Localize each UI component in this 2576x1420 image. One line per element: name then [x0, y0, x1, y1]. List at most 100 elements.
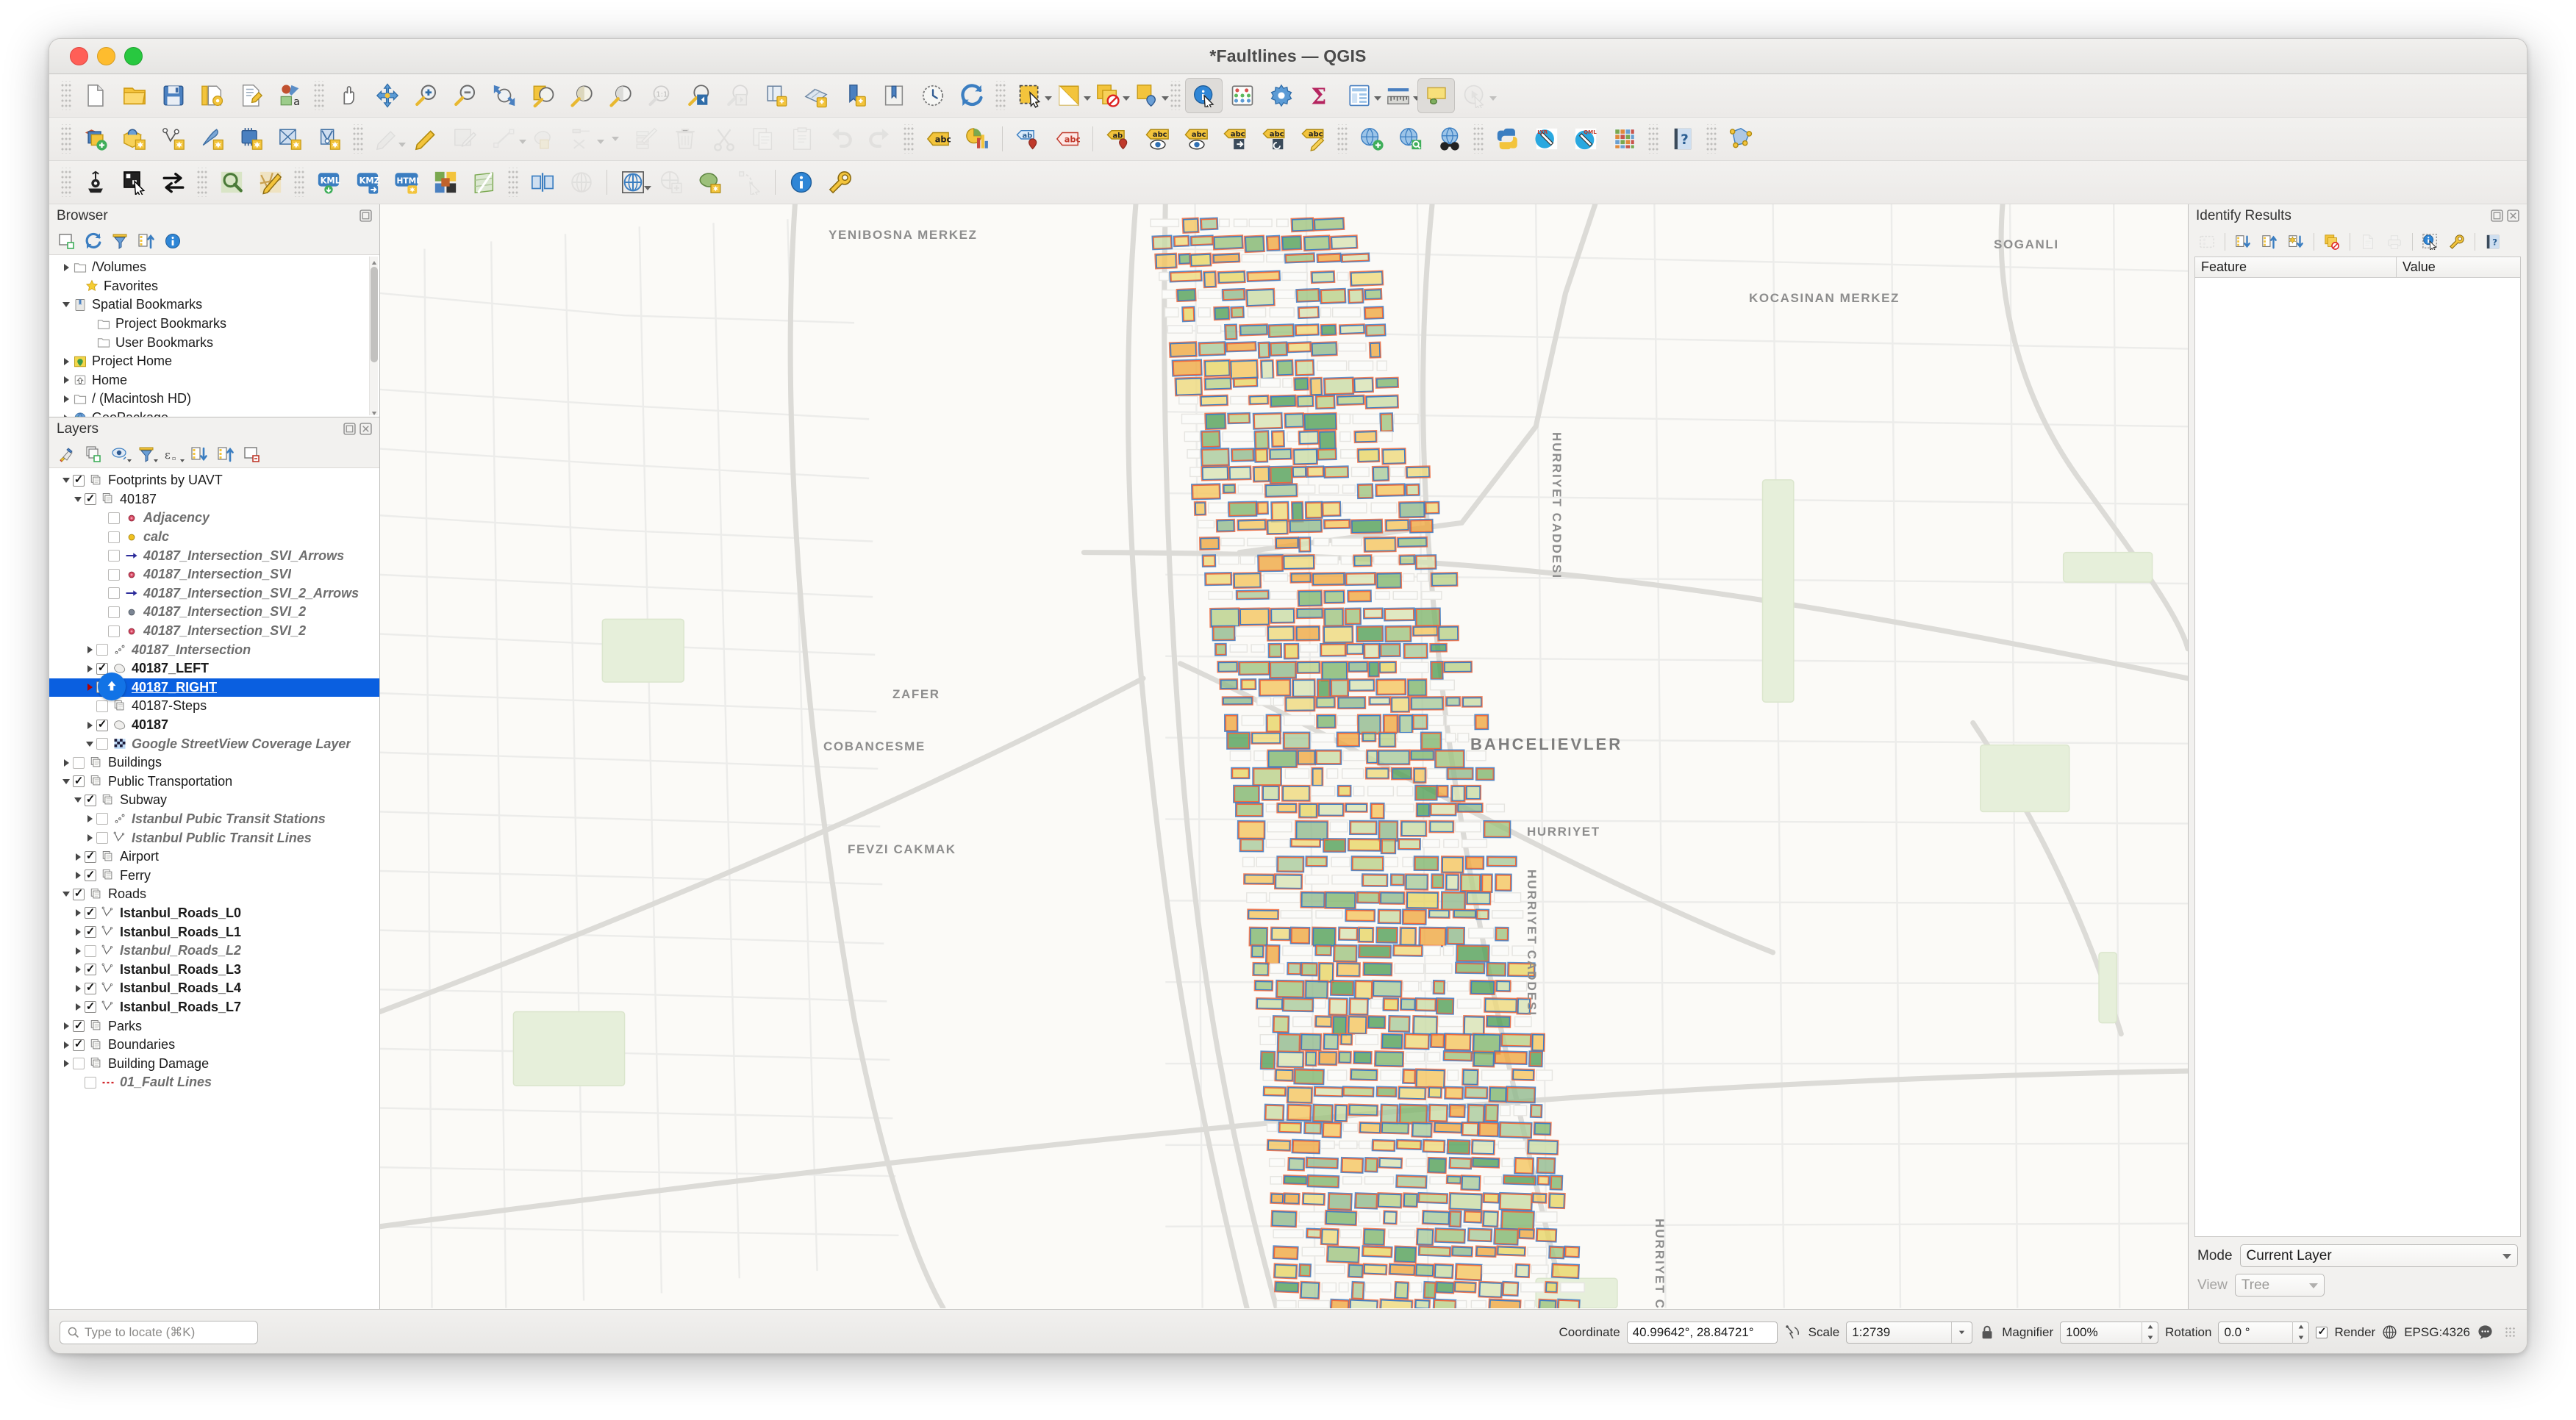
close-button[interactable] — [70, 47, 88, 65]
zoom-to-selection-tool[interactable] — [523, 76, 562, 115]
layer-item[interactable]: 40187 — [49, 490, 379, 509]
search-map-button[interactable] — [212, 163, 251, 202]
undock-icon[interactable] — [359, 209, 372, 222]
open-data-source-manager-button[interactable] — [76, 120, 115, 159]
load-qml-style-button[interactable]: QML — [1566, 120, 1605, 159]
multi-edit-button[interactable] — [626, 120, 665, 159]
layer-item[interactable]: Boundaries — [49, 1036, 379, 1055]
current-edits-button[interactable] — [368, 120, 407, 159]
select-by-location-button[interactable] — [1127, 76, 1169, 115]
pan-to-selection-tool[interactable] — [368, 76, 407, 115]
pin-labels-tool[interactable]: ab — [1009, 120, 1048, 159]
zoom-full-tool[interactable] — [484, 76, 523, 115]
show-hide-labels-tool-2[interactable]: abc — [1177, 120, 1216, 159]
new-project-button[interactable] — [76, 76, 115, 115]
browser-item[interactable]: Home — [49, 371, 379, 390]
add-postgis-layer-button[interactable] — [232, 120, 271, 159]
browser-tree[interactable]: /Volumes Favorites Spatial Bookmarks Projec… — [49, 255, 379, 417]
tree-expander[interactable] — [83, 664, 96, 673]
layer-labeling-options-button[interactable]: abc — [918, 120, 957, 159]
browser-item[interactable]: Favorites — [49, 277, 379, 296]
chevron-down-icon[interactable] — [644, 185, 651, 190]
toolbar-grip-10[interactable] — [1648, 124, 1659, 154]
remove-layer-icon[interactable] — [240, 443, 264, 465]
layer-visibility-checkbox[interactable] — [85, 907, 96, 919]
tree-expander[interactable] — [60, 1022, 73, 1030]
browser-item[interactable]: User Bookmarks — [49, 333, 379, 352]
tree-expander[interactable] — [71, 909, 85, 917]
add-delimited-text-layer-button[interactable] — [193, 120, 232, 159]
layer-visibility-checkbox[interactable] — [85, 982, 96, 994]
layer-item[interactable]: 40187-Steps — [49, 697, 379, 716]
tree-expander[interactable] — [83, 834, 96, 842]
toolbar-grip-7[interactable] — [904, 124, 914, 154]
python-console-button[interactable] — [1488, 120, 1527, 159]
show-hide-labels-tool[interactable]: abc — [1138, 120, 1177, 159]
chevron-down-icon[interactable] — [612, 136, 619, 141]
toggle-editing-button[interactable] — [407, 120, 446, 159]
layers-tree[interactable]: Footprints by UAVT 40187 Adjacency calc 4018… — [49, 468, 379, 1309]
swap-layers-button[interactable] — [154, 163, 193, 202]
open-project-button[interactable] — [115, 76, 154, 115]
browser-item[interactable]: / (Macintosh HD) — [49, 390, 379, 409]
layer-visibility-checkbox[interactable] — [108, 587, 120, 600]
scale-combo[interactable]: 1:2739 — [1846, 1321, 1973, 1344]
layer-item[interactable]: Istanbul_Roads_L0 — [49, 904, 379, 923]
load-qgis-style-button[interactable]: LYR — [1527, 120, 1566, 159]
paste-features-button[interactable] — [782, 120, 821, 159]
layer-visibility-checkbox[interactable] — [85, 850, 96, 863]
expand-tree-icon[interactable] — [2194, 230, 2219, 254]
layer-visibility-checkbox[interactable] — [85, 926, 96, 939]
layer-visibility-checkbox[interactable] — [96, 813, 108, 825]
layer-visibility-checkbox[interactable] — [96, 738, 108, 750]
tree-expander[interactable] — [71, 496, 85, 502]
change-label-properties-tool[interactable]: abc — [1294, 120, 1333, 159]
toolbar-grip-2[interactable] — [314, 81, 324, 110]
layer-item[interactable]: 40187_Intersection_SVI_2 — [49, 622, 379, 641]
tree-expander[interactable] — [60, 778, 73, 784]
layer-visibility-checkbox[interactable] — [96, 832, 108, 845]
layer-item[interactable]: 01_Fault Lines — [49, 1073, 379, 1092]
close-icon[interactable] — [359, 423, 372, 435]
collapse-all-icon[interactable] — [135, 230, 158, 252]
layer-item[interactable]: Istanbul Public Transit Lines — [49, 828, 379, 847]
layer-visibility-checkbox[interactable] — [96, 719, 108, 731]
vertical-split-button[interactable] — [523, 163, 562, 202]
pan-map-tool[interactable] — [329, 76, 368, 115]
tree-expander[interactable] — [71, 928, 85, 936]
expand-all-icon[interactable] — [187, 443, 211, 465]
layer-item[interactable]: Buildings — [49, 753, 379, 772]
add-vector-layer-button[interactable] — [115, 120, 154, 159]
tree-expander[interactable] — [60, 414, 73, 417]
expand-new-icon[interactable] — [2230, 230, 2255, 254]
toolbar-grip-13[interactable] — [197, 168, 207, 197]
layer-visibility-checkbox[interactable] — [85, 794, 96, 806]
topology-checker-button[interactable] — [1721, 120, 1760, 159]
magnifier-spinbox[interactable]: 100% — [2060, 1321, 2159, 1344]
save-project-button[interactable] — [154, 76, 193, 115]
close-icon[interactable] — [2507, 209, 2519, 222]
plugin-info-button[interactable] — [781, 163, 820, 202]
filter-icon[interactable] — [108, 230, 132, 252]
layer-item[interactable]: Footprints by UAVT — [49, 471, 379, 490]
toolbar-grip-6[interactable] — [353, 124, 363, 154]
toolbar-grip-8[interactable] — [1337, 124, 1348, 154]
tree-expander[interactable] — [60, 1041, 73, 1049]
chevron-down-icon[interactable] — [1162, 96, 1169, 101]
metasearch-button[interactable] — [1430, 120, 1469, 159]
options-icon[interactable] — [2444, 230, 2469, 254]
map-tips-button[interactable] — [1417, 78, 1455, 113]
deselect-features-button[interactable] — [1088, 76, 1130, 115]
layer-item[interactable]: 40187_Intersection_SVI — [49, 565, 379, 584]
temporal-controller-button[interactable] — [913, 76, 952, 115]
add-spatialite-layer-button[interactable] — [271, 120, 310, 159]
add-crs-button[interactable] — [652, 163, 691, 202]
delete-selected-button[interactable] — [665, 120, 704, 159]
add-feature-button[interactable] — [484, 120, 526, 159]
crs-selector-button[interactable] — [613, 163, 652, 202]
layer-visibility-checkbox[interactable] — [73, 1039, 85, 1051]
collapse-all-icon[interactable] — [2257, 230, 2282, 254]
zoom-native-resolution-tool[interactable]: 1:1 — [640, 76, 679, 115]
layer-visibility-checkbox[interactable] — [85, 964, 96, 976]
toolbar-grip-3[interactable] — [995, 81, 1006, 110]
